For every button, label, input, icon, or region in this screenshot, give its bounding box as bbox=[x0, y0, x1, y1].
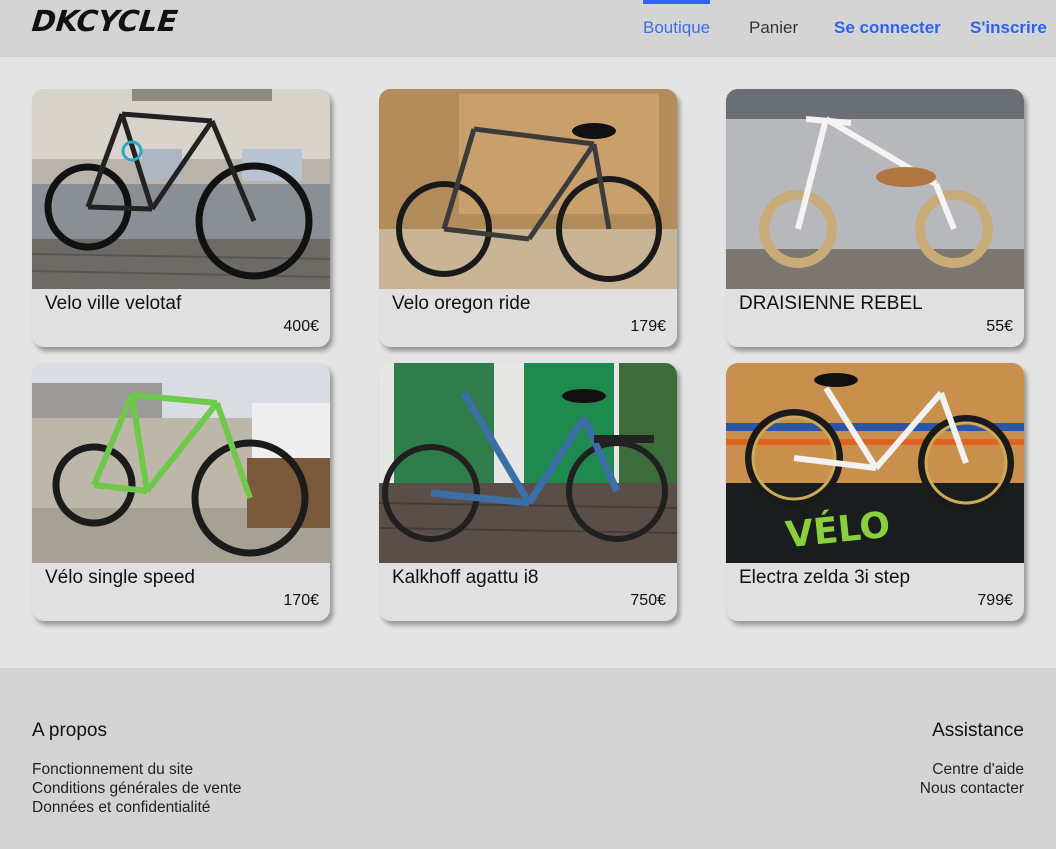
product-photo[interactable] bbox=[379, 89, 677, 289]
product-card[interactable]: Kalkhoff agattu i8 750€ bbox=[379, 363, 677, 621]
footer-about-title: A propos bbox=[32, 720, 107, 741]
product-photo[interactable] bbox=[726, 89, 1024, 289]
product-photo[interactable] bbox=[32, 89, 330, 289]
footer-about-links: Fonctionnement du site Conditions généra… bbox=[32, 760, 241, 817]
product-photo[interactable] bbox=[379, 363, 677, 563]
product-price: 750€ bbox=[630, 592, 666, 609]
product-card[interactable]: DRAISIENNE REBEL 55€ bbox=[726, 89, 1024, 347]
product-title[interactable]: Electra zelda 3i step bbox=[739, 567, 910, 589]
nav-login-link[interactable]: Se connecter bbox=[834, 18, 941, 38]
site-footer: A propos Fonctionnement du site Conditio… bbox=[0, 668, 1056, 849]
footer-link-contact[interactable]: Nous contacter bbox=[920, 779, 1024, 798]
product-price: 799€ bbox=[977, 592, 1013, 609]
footer-link-help-center[interactable]: Centre d'aide bbox=[920, 760, 1024, 779]
product-card[interactable]: Vélo single speed 170€ bbox=[32, 363, 330, 621]
product-title[interactable]: DRAISIENNE REBEL bbox=[739, 293, 923, 315]
product-card[interactable]: Velo ville velotaf 400€ bbox=[32, 89, 330, 347]
product-card[interactable]: Velo oregon ride 179€ bbox=[379, 89, 677, 347]
nav-panier[interactable]: Panier bbox=[749, 18, 798, 38]
product-price: 179€ bbox=[630, 318, 666, 335]
footer-help-links: Centre d'aide Nous contacter bbox=[920, 760, 1024, 798]
product-photo[interactable]: VÉLO bbox=[726, 363, 1024, 563]
product-card[interactable]: VÉLO Electra zelda 3i step 799€ bbox=[726, 363, 1024, 621]
product-price: 400€ bbox=[283, 318, 319, 335]
nav-boutique[interactable]: Boutique bbox=[643, 18, 710, 38]
active-tab-indicator bbox=[643, 0, 710, 4]
footer-link-cgv[interactable]: Conditions générales de vente bbox=[32, 779, 241, 798]
site-logo[interactable]: DKCYCLE bbox=[30, 4, 179, 38]
product-title[interactable]: Velo oregon ride bbox=[392, 293, 530, 315]
site-header: DKCYCLE Boutique Panier Se connecter S'i… bbox=[0, 0, 1056, 57]
nav-signup-link[interactable]: S'inscrire bbox=[970, 18, 1047, 38]
product-price: 55€ bbox=[986, 318, 1013, 335]
product-price: 170€ bbox=[283, 592, 319, 609]
product-title[interactable]: Kalkhoff agattu i8 bbox=[392, 567, 538, 589]
footer-link-fonctionnement[interactable]: Fonctionnement du site bbox=[32, 760, 241, 779]
footer-help-title: Assistance bbox=[932, 720, 1024, 741]
product-photo[interactable] bbox=[32, 363, 330, 563]
product-title[interactable]: Vélo single speed bbox=[45, 567, 195, 589]
product-title[interactable]: Velo ville velotaf bbox=[45, 293, 181, 315]
footer-link-privacy[interactable]: Données et confidentialité bbox=[32, 798, 241, 817]
